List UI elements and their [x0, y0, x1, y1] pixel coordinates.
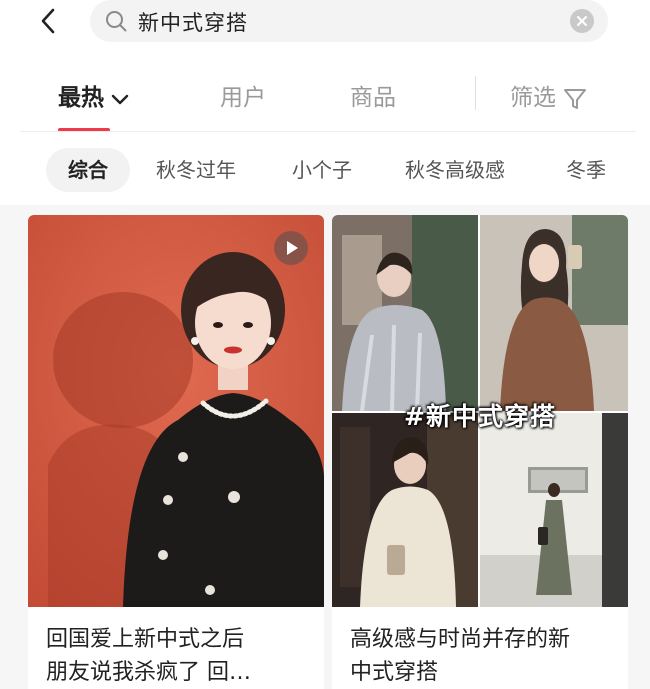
play-icon [287, 241, 298, 255]
filter-icon [564, 88, 586, 109]
note-card[interactable]: 回国爱上新中式之后 朋友说我杀疯了 回… [28, 215, 324, 689]
clear-icon [577, 16, 587, 26]
video-play-button[interactable] [274, 231, 308, 265]
tab-hot[interactable]: 最热 [58, 78, 130, 112]
tab-goods[interactable]: 商品 [350, 78, 396, 112]
tab-hot-label: 最热 [58, 85, 104, 111]
filter-button[interactable]: 筛选 [510, 78, 588, 112]
back-button[interactable] [34, 6, 64, 36]
filter-label: 筛选 [510, 85, 556, 111]
cover-photo-woman-red-backdrop [28, 215, 324, 607]
chip-comprehensive[interactable]: 综合 [46, 148, 130, 192]
results-feed: 回国爱上新中式之后 朋友说我杀疯了 回… #新中式穿搭 高级感与时尚并存的新 中… [0, 205, 650, 689]
note-title[interactable]: 回国爱上新中式之后 朋友说我杀疯了 回… [46, 623, 308, 689]
chip-autumn-winter-premium[interactable]: 秋冬高级感 [405, 148, 505, 192]
note-cover-image[interactable] [28, 215, 324, 607]
chip-petite[interactable]: 小个子 [292, 148, 352, 192]
chip-winter[interactable]: 冬季 [566, 148, 606, 192]
search-bar: 新中式穿搭 [0, 0, 650, 44]
topic-chips: 综合 秋冬过年 小个子 秋冬高级感 冬季 [0, 146, 650, 194]
tabs-divider [20, 131, 636, 132]
result-tabs: 最热 用户 商品 筛选 [0, 62, 650, 132]
tab-divider [475, 76, 476, 110]
note-card[interactable]: #新中式穿搭 高级感与时尚并存的新 中式穿搭 [332, 215, 628, 689]
back-arrow-icon [41, 8, 55, 34]
search-input[interactable]: 新中式穿搭 [90, 0, 608, 42]
clear-button[interactable] [570, 9, 594, 33]
note-title[interactable]: 高级感与时尚并存的新 中式穿搭 [350, 623, 612, 689]
tab-user[interactable]: 用户 [220, 78, 266, 112]
search-query: 新中式穿搭 [138, 11, 248, 35]
cover-hashtag: #新中式穿搭 [404, 402, 556, 431]
chevron-down-icon [111, 94, 129, 104]
note-cover-image[interactable]: #新中式穿搭 [332, 215, 628, 607]
search-icon [106, 11, 127, 32]
chip-autumn-winter-new-year[interactable]: 秋冬过年 [156, 148, 236, 192]
